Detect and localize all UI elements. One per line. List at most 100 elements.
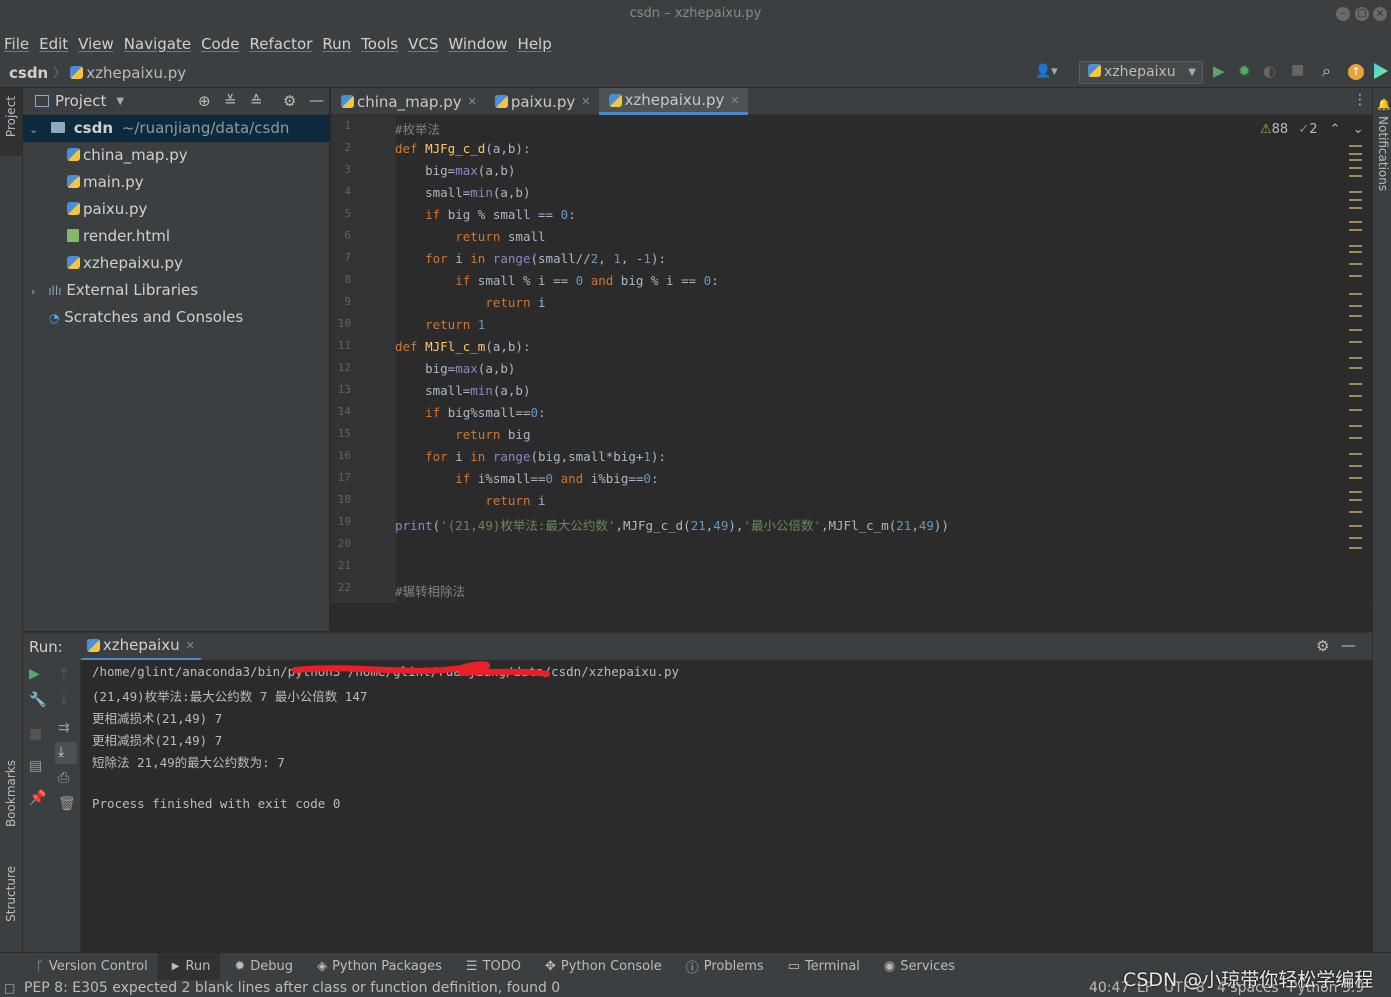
error-stripe-mark[interactable] [1349, 341, 1362, 343]
error-stripe-mark[interactable] [1349, 263, 1362, 265]
code-line[interactable]: return i [395, 493, 545, 508]
stop-icon[interactable]: ■ [29, 726, 42, 742]
tree-root[interactable]: ⌄ csdn ~/ruanjiang/data/csdn [23, 115, 330, 142]
print-icon[interactable]: ⎙ [58, 770, 69, 786]
error-stripe-mark[interactable] [1349, 229, 1362, 231]
error-stripe-mark[interactable] [1349, 293, 1362, 295]
code-line[interactable]: #辗转相除法 [395, 581, 465, 600]
inspection-widget[interactable]: ⚠88 ✓2 ⌃ ⌄ [1260, 122, 1364, 137]
error-stripe-mark[interactable] [1349, 145, 1362, 147]
error-stripe-mark[interactable] [1349, 453, 1362, 455]
user-icon[interactable]: 👤▾ [1035, 64, 1058, 79]
error-stripe-mark[interactable] [1349, 409, 1362, 411]
code-line[interactable]: #枚举法 [395, 119, 440, 138]
menu-code[interactable]: Code [197, 35, 245, 53]
menu-edit[interactable]: Edit [35, 35, 74, 53]
code-line[interactable]: small=min(a,b) [395, 185, 530, 200]
next-highlight-icon[interactable]: ⌄ [1353, 122, 1364, 137]
error-stripe-mark[interactable] [1349, 491, 1362, 493]
code-editor[interactable]: 1 2 3 4 5 6 7 8 9 10 11 12 13 14 15 16 17 18 19 20 21 22 #枚举法… [331, 115, 1372, 602]
tree-file[interactable]: main.py [23, 169, 330, 196]
code-line[interactable]: big=max(a,b) [395, 361, 515, 376]
close-icon[interactable]: × [1373, 7, 1387, 21]
tree-file[interactable]: xzhepaixu.py [23, 250, 330, 277]
code-line[interactable]: return 1 [395, 317, 485, 332]
code-line[interactable]: for i in range(big,small*big+1): [395, 449, 666, 464]
menu-file[interactable]: File [0, 35, 35, 53]
error-stripe-mark[interactable] [1349, 329, 1362, 331]
stop-icon[interactable]: ■ [1291, 62, 1304, 78]
menu-vcs[interactable]: VCS [404, 35, 444, 53]
pin-icon[interactable]: 📌 [29, 790, 46, 806]
debug-icon[interactable]: ✹ [1238, 62, 1251, 80]
tree-scratches[interactable]: ◔ Scratches and Consoles [23, 304, 330, 331]
hide-icon[interactable]: — [1341, 636, 1356, 654]
error-stripe-mark[interactable] [1349, 275, 1362, 277]
error-stripe-mark[interactable] [1349, 425, 1362, 427]
maximize-icon[interactable]: □ [1355, 7, 1369, 21]
breadcrumb-project[interactable]: csdn [9, 64, 48, 82]
error-stripe-mark[interactable] [1349, 305, 1362, 307]
gear-icon[interactable]: ⚙ [283, 92, 296, 110]
error-stripe-mark[interactable] [1349, 537, 1362, 539]
run-console[interactable]: /home/glint/anaconda3/bin/python3 /home/… [81, 660, 1372, 952]
error-stripe-mark[interactable] [1349, 477, 1362, 479]
error-stripe[interactable] [1349, 145, 1363, 585]
error-stripe-mark[interactable] [1349, 465, 1362, 467]
tab-xzhepaixu[interactable]: xzhepaixu.py ✕ [598, 88, 748, 115]
tab-version-control[interactable]: ᚴ Version Control [0, 953, 158, 981]
menu-refactor[interactable]: Refactor [245, 35, 318, 53]
previous-highlight-icon[interactable]: ⌃ [1330, 122, 1341, 137]
menu-help[interactable]: Help [514, 35, 558, 53]
layout-icon[interactable]: ▤ [29, 758, 42, 774]
jetbrains-logo-icon[interactable] [1374, 63, 1388, 79]
wrench-icon[interactable]: 🔧 [29, 692, 46, 708]
run-icon[interactable]: ▶ [1213, 62, 1225, 80]
chevron-down-icon[interactable]: ⌄ [29, 123, 38, 136]
error-stripe-mark[interactable] [1349, 167, 1362, 169]
code-line[interactable]: if big % small == 0: [395, 207, 576, 222]
expand-all-icon[interactable]: ≚ [224, 92, 237, 110]
tab-run[interactable]: ▶ Run [157, 952, 221, 981]
coverage-icon[interactable]: ◐ [1263, 62, 1276, 80]
tab-python-console[interactable]: ✥ Python Console [531, 953, 672, 981]
tree-file[interactable]: china_map.py [23, 142, 330, 169]
error-stripe-mark[interactable] [1349, 367, 1362, 369]
bookmarks-tool-tab[interactable]: Bookmarks [4, 760, 18, 827]
code-line[interactable]: print('(21,49)枚举法:最大公约数',MJFg_c_d(21,49)… [395, 515, 949, 534]
tab-paixu[interactable]: paixu.py ✕ [485, 88, 599, 115]
tree-file[interactable]: render.html [23, 223, 330, 250]
hide-icon[interactable]: — [309, 91, 324, 109]
rerun-icon[interactable]: ▶ [29, 666, 40, 682]
run-tab[interactable]: xzhepaixu ✕ [80, 633, 201, 661]
menu-window[interactable]: Window [444, 35, 513, 53]
error-stripe-mark[interactable] [1349, 511, 1362, 513]
code-line[interactable]: if big%small==0: [395, 405, 545, 420]
error-stripe-mark[interactable] [1349, 547, 1362, 549]
tab-todo[interactable]: ☰ TODO [452, 953, 531, 981]
close-icon[interactable]: ✕ [186, 639, 195, 652]
close-icon[interactable]: ✕ [730, 94, 739, 107]
menu-navigate[interactable]: Navigate [120, 35, 197, 53]
menu-tools[interactable]: Tools [357, 35, 404, 53]
code-line[interactable]: for i in range(small//2, 1, -1): [395, 251, 666, 266]
breadcrumb-file[interactable]: xzhepaixu.py [86, 64, 186, 82]
error-stripe-mark[interactable] [1349, 191, 1362, 193]
code-line[interactable]: return i [395, 295, 545, 310]
error-stripe-mark[interactable] [1349, 357, 1362, 359]
error-stripe-mark[interactable] [1349, 525, 1362, 527]
locate-icon[interactable]: ⊕ [198, 92, 211, 110]
update-icon[interactable]: ↑ [1348, 64, 1364, 80]
error-stripe-mark[interactable] [1349, 499, 1362, 501]
tab-terminal[interactable]: ▭ Terminal [774, 953, 870, 981]
tab-services[interactable]: ◉ Services [870, 953, 965, 981]
trash-icon[interactable]: 🗑 [58, 796, 76, 812]
error-stripe-mark[interactable] [1349, 175, 1362, 177]
status-message[interactable]: PEP 8: E305 expected 2 blank lines after… [24, 980, 560, 997]
project-tool-tab[interactable]: Project [4, 96, 18, 137]
error-stripe-mark[interactable] [1349, 315, 1362, 317]
search-icon[interactable]: ⌕ [1322, 61, 1331, 81]
tab-problems[interactable]: ⓘ Problems [672, 953, 774, 981]
error-stripe-mark[interactable] [1349, 159, 1362, 161]
arrow-up-icon[interactable]: ↑ [58, 666, 70, 682]
